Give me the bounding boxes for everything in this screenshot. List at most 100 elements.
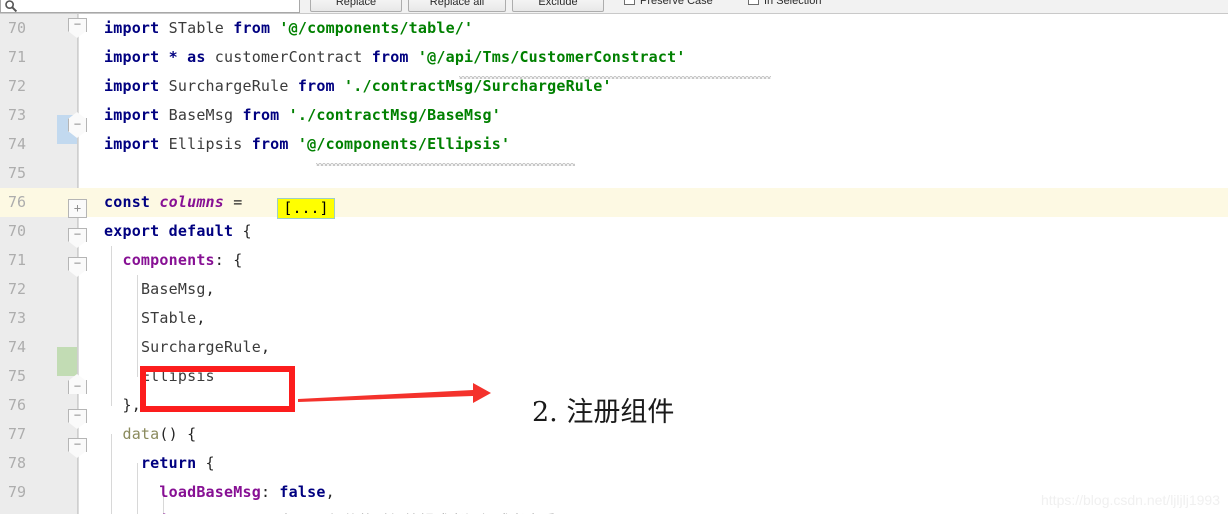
code-line[interactable]: 76 const columns = <box>0 188 1228 217</box>
code-line[interactable]: 73 import BaseMsg from './contractMsg/Bas… <box>0 101 1228 130</box>
fold-marker-open[interactable]: − <box>68 111 87 138</box>
checkbox-icon <box>748 0 759 5</box>
code-token: '@/api/Tms/CustomerConstract' <box>417 48 686 66</box>
code-token: from <box>242 106 280 124</box>
line-number: 76 <box>8 193 27 211</box>
code-line[interactable]: 70 import STable from '@/components/table… <box>0 14 1228 43</box>
fold-marker-collapsed[interactable]: + <box>68 199 87 218</box>
line-number: 80 <box>0 507 48 514</box>
line-number: 73 <box>8 106 27 124</box>
code-token: SurchargeRule <box>140 338 261 356</box>
code-token: SurchargeRule <box>168 77 289 95</box>
code-line[interactable]: 71 components: { <box>0 246 1228 275</box>
fold-marker-open[interactable]: − <box>68 228 87 248</box>
fold-marker-open[interactable]: − <box>68 409 87 429</box>
code-token: , <box>205 280 215 298</box>
fold-marker-open[interactable]: − <box>68 18 87 38</box>
code-token: : <box>260 483 280 501</box>
code-token: , <box>325 483 335 501</box>
code-token: import <box>104 135 160 153</box>
code-token: { <box>196 454 215 472</box>
code-token: '@/components/Ellipsis' <box>297 135 511 153</box>
annotation-highlight-box <box>140 366 295 412</box>
code-line[interactable]: 73 STable, <box>0 304 1228 333</box>
code-text: STable, <box>104 304 206 333</box>
fold-marker-open[interactable]: − <box>68 373 87 399</box>
code-text: const columns = <box>104 188 252 217</box>
code-token: as <box>187 48 206 66</box>
replace-all-button[interactable]: Replace all <box>408 0 506 12</box>
preserve-case-checkbox[interactable]: Preserve Case <box>624 0 713 9</box>
line-number: 71 <box>8 251 27 269</box>
code-token: * <box>168 48 178 66</box>
code-text: export default { <box>104 217 252 246</box>
code-line[interactable]: 74 import Ellipsis from '@/components/Ell… <box>0 130 1228 159</box>
code-line[interactable]: 78 return { <box>0 449 1228 478</box>
code-token: './contractMsg/SurchargeRule' <box>344 77 612 95</box>
search-input[interactable] <box>19 0 294 12</box>
line-number: 70 <box>8 19 27 37</box>
code-token: , <box>196 309 206 327</box>
code-text: data() { <box>104 420 196 449</box>
line-number: 75 <box>8 164 27 182</box>
line-number: 76 <box>8 396 27 414</box>
code-line[interactable]: 70 export default { <box>0 217 1228 246</box>
code-text: import * as customerContract from '@/api… <box>104 43 686 72</box>
code-text: return { <box>104 449 215 478</box>
in-selection-label: In Selection <box>764 0 822 7</box>
fold-marker-open[interactable]: − <box>68 438 87 458</box>
code-line[interactable]: 80 isAdd: '' //打开子组件的时候编辑或者添加或者查看 <box>0 507 1228 514</box>
inspection-squiggle <box>459 76 771 79</box>
code-token: STable <box>140 309 197 327</box>
code-token: const <box>104 193 151 211</box>
code-token: from <box>251 135 289 153</box>
code-token: BaseMsg <box>140 280 206 298</box>
search-icon <box>4 0 18 13</box>
code-line[interactable]: 71 import * as customerContract from '@/a… <box>0 43 1228 72</box>
line-number: 75 <box>8 367 27 385</box>
code-token: STable <box>168 19 225 37</box>
line-number: 74 <box>8 338 27 356</box>
code-token: BaseMsg <box>168 106 234 124</box>
line-number: 74 <box>8 135 27 153</box>
code-line[interactable]: 74 SurchargeRule, <box>0 333 1228 362</box>
search-field[interactable] <box>0 0 300 13</box>
replace-button[interactable]: Replace <box>310 0 402 12</box>
code-token: from <box>297 77 335 95</box>
find-replace-toolbar: Replace Replace all Exclude Preserve Cas… <box>0 0 1228 14</box>
code-editor[interactable]: 70 import STable from '@/components/table… <box>0 14 1228 514</box>
fold-marker-open[interactable]: − <box>68 257 87 277</box>
code-text: }, <box>104 391 141 420</box>
code-text: BaseMsg, <box>104 275 215 304</box>
code-token: '@/components/table/' <box>279 19 474 37</box>
code-text: SurchargeRule, <box>104 333 270 362</box>
code-text: import STable from '@/components/table/' <box>104 14 473 43</box>
code-text: isAdd: '' //打开子组件的时候编辑或者添加或者查看 <box>104 507 553 514</box>
line-number: 72 <box>8 280 27 298</box>
code-token: data <box>122 425 160 443</box>
code-token: from <box>371 48 409 66</box>
code-token: loadBaseMsg <box>159 483 261 501</box>
code-line[interactable]: 72 BaseMsg, <box>0 275 1228 304</box>
folded-code-placeholder[interactable]: [...] <box>277 198 335 219</box>
line-number: 71 <box>8 48 27 66</box>
code-line[interactable]: 75 <box>0 159 1228 188</box>
in-selection-checkbox[interactable]: In Selection <box>748 0 821 9</box>
exclude-button[interactable]: Exclude <box>512 0 604 12</box>
annotation-arrow-icon <box>298 383 491 403</box>
